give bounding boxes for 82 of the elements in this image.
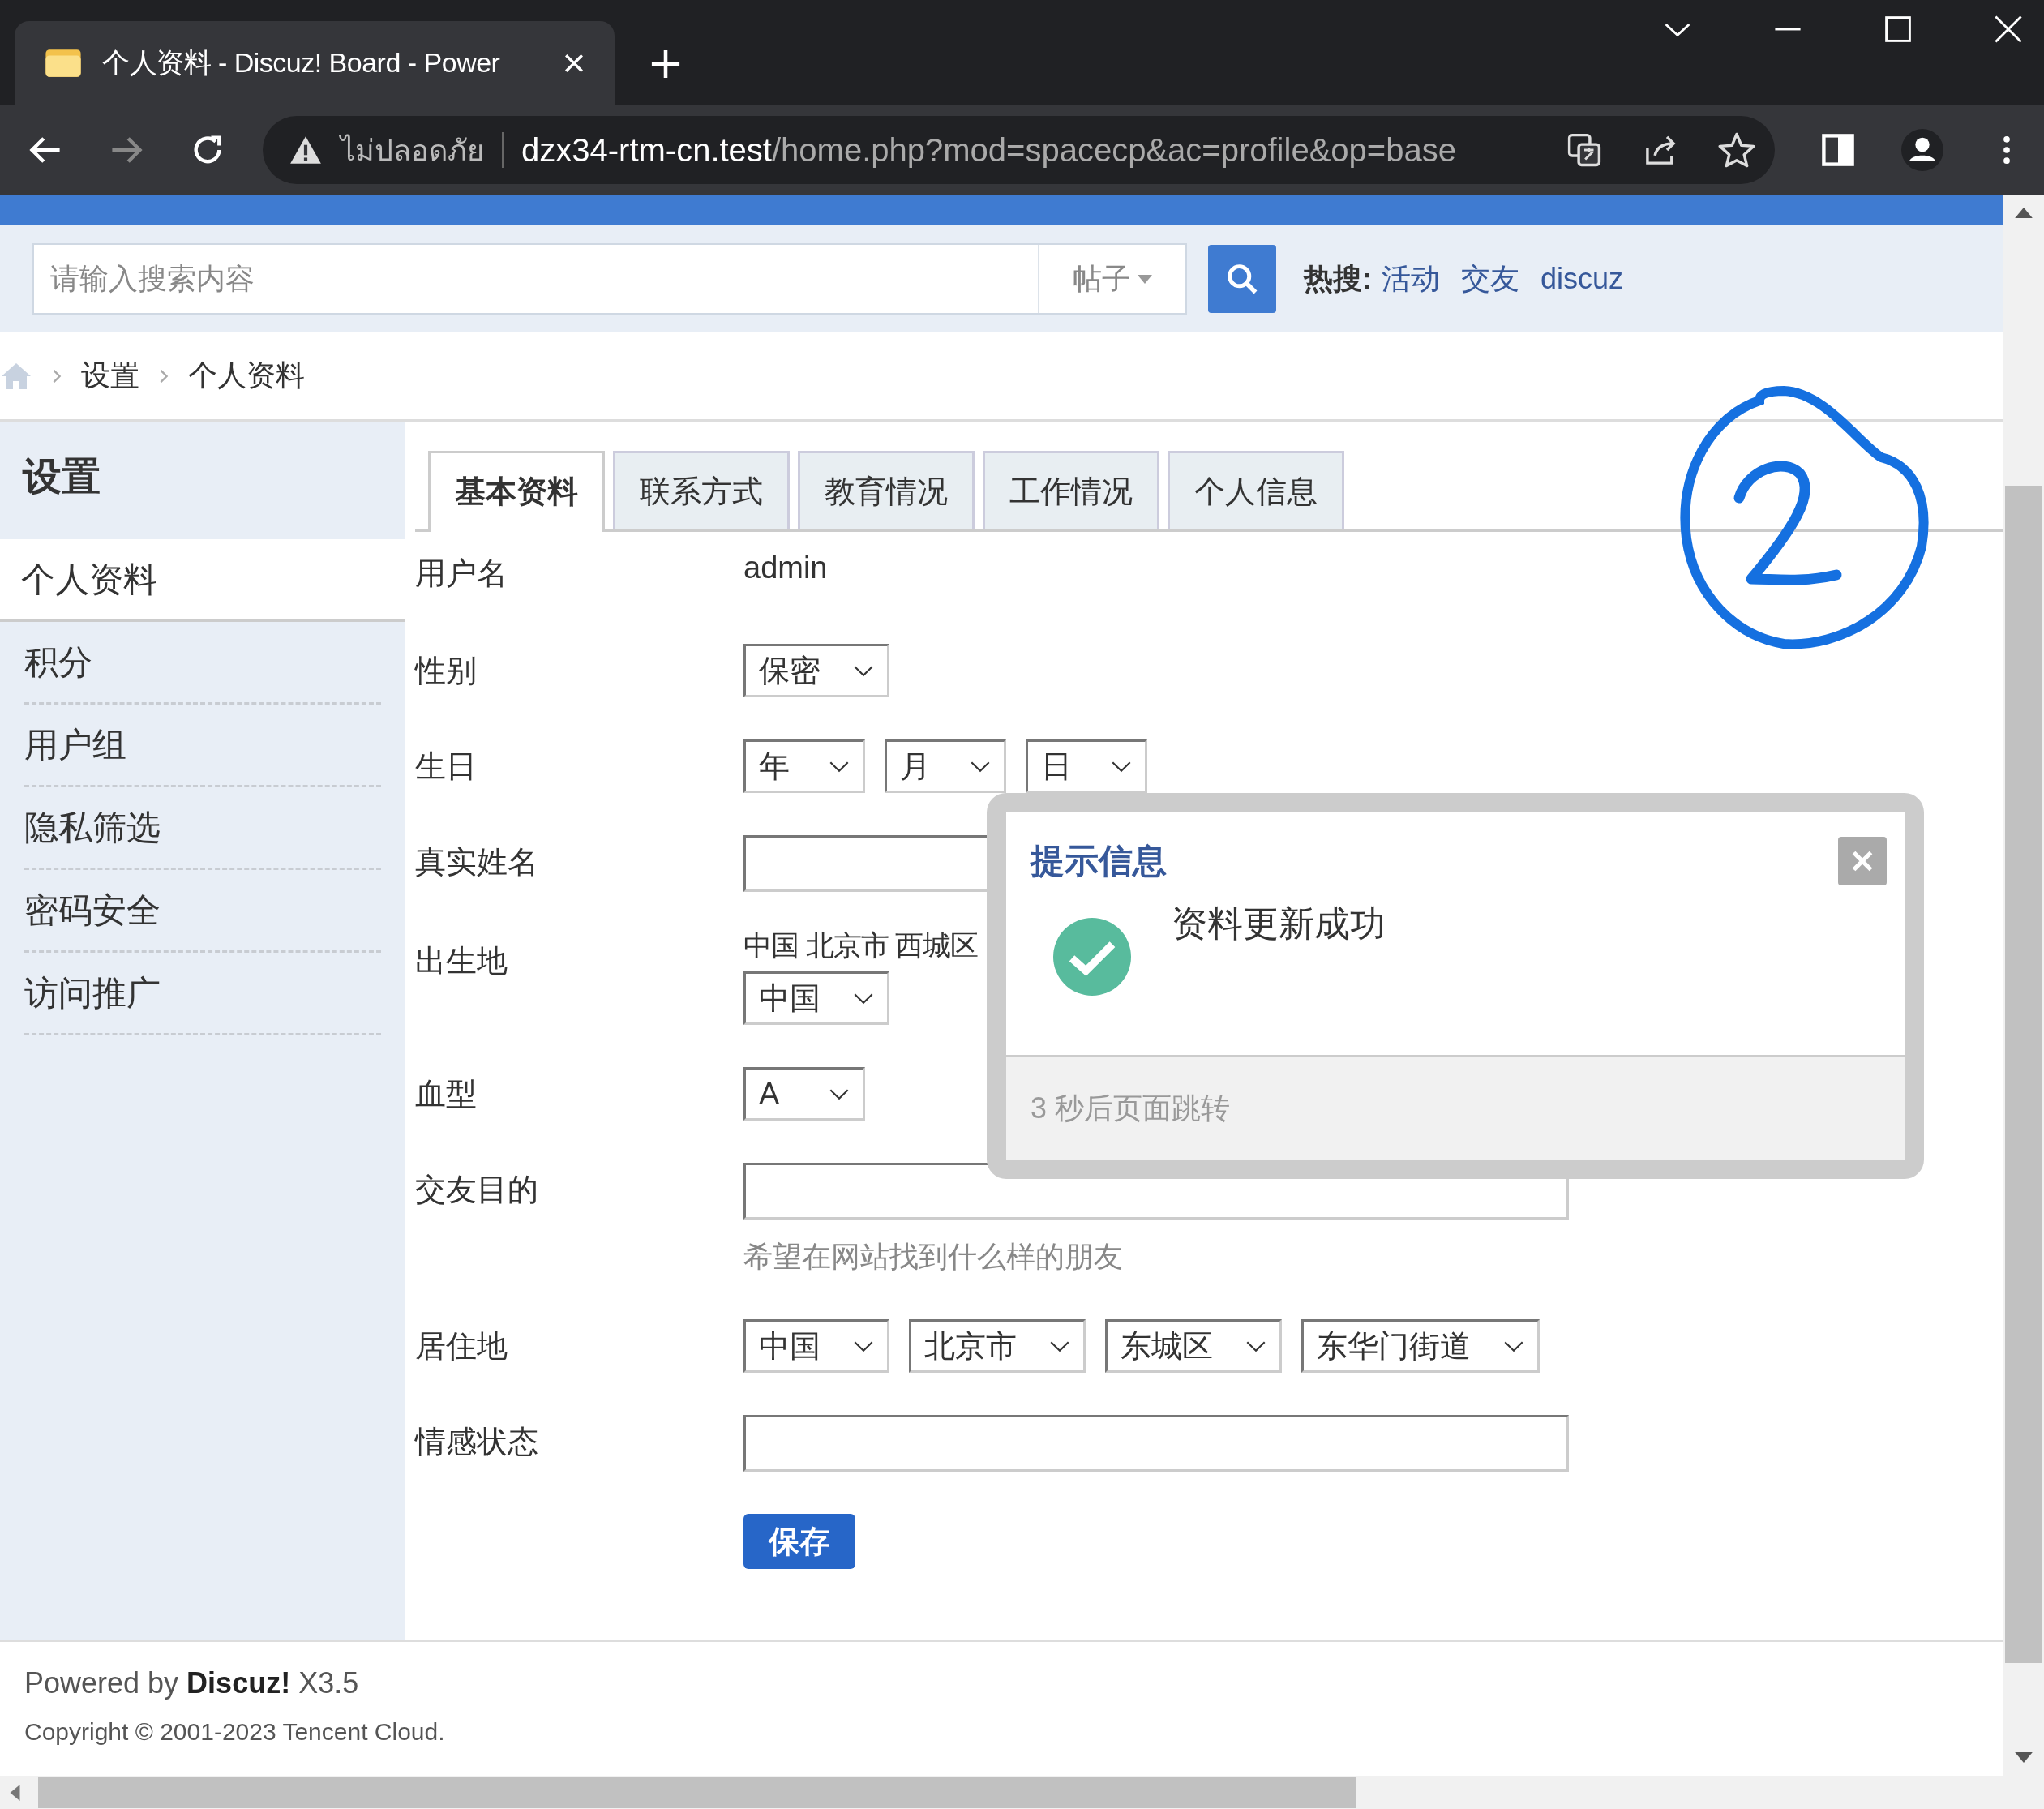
- select-dropdown[interactable]: A: [743, 1067, 865, 1121]
- close-icon: [1850, 849, 1875, 873]
- powered-by-text: Powered by Discuz! X3.5: [24, 1666, 360, 1700]
- horizontal-scrollbar[interactable]: [0, 1776, 2044, 1809]
- tab[interactable]: 联系方式: [613, 451, 790, 529]
- close-icon[interactable]: [1994, 15, 2023, 44]
- browser-tab[interactable]: 个人资料 - Discuz! Board - Power: [15, 21, 615, 105]
- field-label: 真实姓名: [415, 844, 539, 881]
- chevron-down-icon: [853, 664, 874, 677]
- field-label: 出生地: [415, 943, 508, 980]
- field-label: 血型: [415, 1076, 478, 1112]
- chevron-down-icon: [1049, 1340, 1070, 1352]
- chevron-down-icon: [829, 1087, 850, 1100]
- copyright-text: Copyright © 2001-2023 Tencent Cloud.: [24, 1718, 446, 1746]
- chevron-down-icon: [970, 760, 991, 773]
- sidebar-item[interactable]: 个人资料: [0, 539, 405, 622]
- dialog-message: 资料更新成功: [1172, 902, 1386, 945]
- sidebar-item[interactable]: 密码安全: [24, 870, 381, 953]
- field-value: 中国 北京市 西城区: [743, 929, 979, 962]
- chevron-right-icon: [52, 367, 62, 384]
- hot-search-link[interactable]: discuz: [1540, 262, 1624, 296]
- left-arrow-icon[interactable]: [10, 1784, 20, 1801]
- search-field[interactable]: 请输入搜索内容 帖子: [32, 243, 1187, 315]
- countdown-text: 3 秒后页面跳转: [1031, 1090, 1231, 1126]
- field-label: 居住地: [415, 1328, 508, 1365]
- profile-icon[interactable]: [1901, 129, 1943, 171]
- close-icon[interactable]: [563, 52, 585, 75]
- breadcrumb-link[interactable]: 设置: [81, 356, 139, 396]
- warning-icon: [289, 135, 323, 165]
- input-field[interactable]: [743, 1415, 1569, 1472]
- hot-search-link[interactable]: 活动: [1382, 259, 1440, 299]
- field-label: 性别: [415, 653, 478, 689]
- dialog-title: 提示信息: [1031, 841, 1167, 881]
- chevron-right-icon: [159, 367, 169, 384]
- select-dropdown[interactable]: 保密: [743, 644, 889, 697]
- hot-search-label: 热搜:: [1304, 260, 1372, 297]
- maximize-icon[interactable]: [1883, 15, 1913, 44]
- hot-search-link[interactable]: 交友: [1461, 259, 1519, 299]
- down-arrow-icon[interactable]: [2014, 1752, 2033, 1763]
- select-dropdown[interactable]: 月: [885, 739, 1006, 793]
- breadcrumb-link[interactable]: 个人资料: [188, 356, 305, 396]
- tab-title: 个人资料 - Discuz! Board - Power: [102, 46, 501, 79]
- select-dropdown[interactable]: 东城区: [1105, 1319, 1282, 1373]
- sidebar-item[interactable]: 访问推广: [24, 953, 381, 1035]
- tab[interactable]: 工作情况: [983, 451, 1159, 529]
- chevron-down-icon: [853, 1340, 874, 1352]
- search-button[interactable]: [1208, 245, 1276, 313]
- chevron-down-icon: [853, 992, 874, 1005]
- address-bar[interactable]: ไม่ปลอดภัย dzx34-rtm-cn.test/home.php?mod=spacecp&ac=profile&op=base: [263, 116, 1775, 184]
- sidebar-item[interactable]: 隐私筛选: [24, 787, 381, 870]
- field-label: 生日: [415, 748, 478, 785]
- select-dropdown[interactable]: 日: [1026, 739, 1147, 793]
- up-arrow-icon[interactable]: [2014, 208, 2033, 218]
- select-dropdown[interactable]: 中国: [743, 971, 889, 1025]
- sidebar-item[interactable]: 积分: [24, 622, 381, 705]
- field-value: admin: [743, 550, 828, 586]
- tab[interactable]: 个人信息: [1168, 451, 1344, 529]
- translate-icon[interactable]: [1566, 131, 1603, 169]
- field-label: 交友目的: [415, 1172, 539, 1208]
- chevron-down-icon: [1503, 1340, 1524, 1352]
- vertical-scrollbar[interactable]: [2003, 195, 2044, 1776]
- sidebar-item[interactable]: 用户组: [24, 705, 381, 787]
- select-dropdown[interactable]: 中国: [743, 1319, 889, 1373]
- star-icon[interactable]: [1718, 131, 1755, 169]
- chevron-down-icon: [1245, 1340, 1266, 1352]
- plus-icon[interactable]: [650, 49, 681, 79]
- field-label: 情感状态: [415, 1424, 539, 1460]
- tab[interactable]: 教育情况: [798, 451, 975, 529]
- select-dropdown[interactable]: 东华门街道: [1301, 1319, 1540, 1373]
- save-button[interactable]: 保存: [743, 1514, 855, 1569]
- sidebar-title: 设置: [21, 454, 101, 499]
- field-label: 用户名: [415, 555, 508, 592]
- side-panel-icon[interactable]: [1820, 132, 1856, 168]
- chevron-down-icon: [829, 760, 850, 773]
- field-hint: 希望在网站找到什么样的朋友: [743, 1239, 1124, 1275]
- select-dropdown[interactable]: 北京市: [909, 1319, 1086, 1373]
- select-dropdown[interactable]: 年: [743, 739, 865, 793]
- caret-icon: [1138, 274, 1152, 284]
- url-text: dzx34-rtm-cn.test/home.php?mod=spacecp&ac=profile&op=base: [521, 131, 1457, 169]
- check-circle-icon: [1053, 918, 1131, 996]
- tab[interactable]: 基本资料: [428, 451, 605, 532]
- chevron-down-icon: [1111, 760, 1132, 773]
